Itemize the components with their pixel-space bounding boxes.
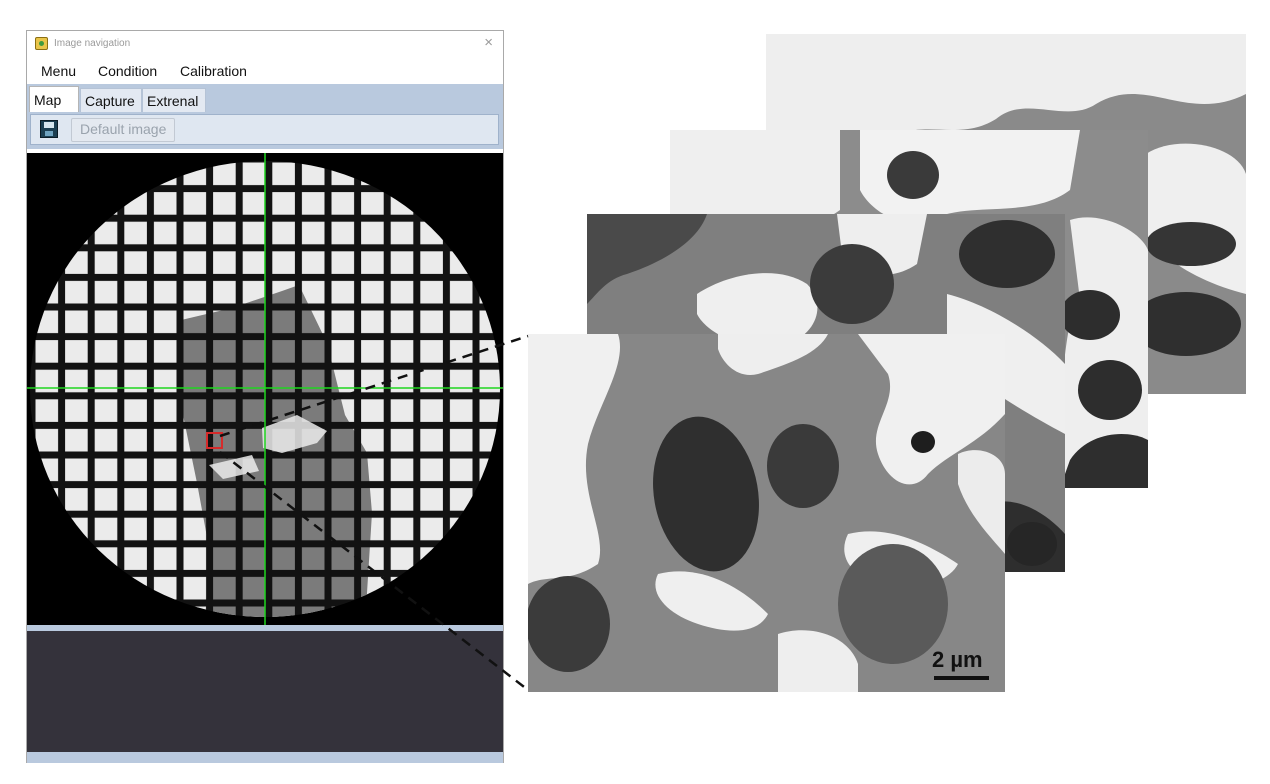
image-navigation-window: Image navigation × Menu Condition Calibr… (26, 30, 504, 763)
grid-map-image[interactable] (27, 153, 503, 625)
menu-item-calibration[interactable]: Calibration (180, 63, 247, 79)
menu-item-condition[interactable]: Condition (98, 63, 157, 79)
scale-bar (934, 676, 989, 680)
grid-map-view[interactable] (27, 153, 503, 625)
tab-strip: Map Capture Extrenal (27, 84, 503, 112)
default-image-button[interactable]: Default image (71, 118, 176, 142)
micrograph-image-1 (528, 334, 1005, 692)
app-icon (35, 37, 48, 50)
menu-bar: Menu Condition Calibration (27, 57, 503, 84)
bottom-bar (27, 752, 503, 763)
toolbar-panel: Default image (30, 114, 499, 145)
toolbar: Default image (27, 112, 503, 149)
micrograph-layer-1-front: 2 µm (528, 334, 1005, 692)
status-panel (27, 631, 503, 752)
tab-map[interactable]: Map (29, 86, 79, 112)
menu-item-menu[interactable]: Menu (41, 63, 76, 79)
save-icon[interactable] (40, 120, 58, 138)
close-icon[interactable]: × (484, 34, 493, 51)
tab-extrenal[interactable]: Extrenal (142, 88, 206, 112)
scale-bar-label: 2 µm (932, 647, 983, 672)
title-bar[interactable]: Image navigation × (27, 31, 503, 57)
tab-capture[interactable]: Capture (80, 88, 142, 112)
window-title: Image navigation (54, 38, 131, 49)
